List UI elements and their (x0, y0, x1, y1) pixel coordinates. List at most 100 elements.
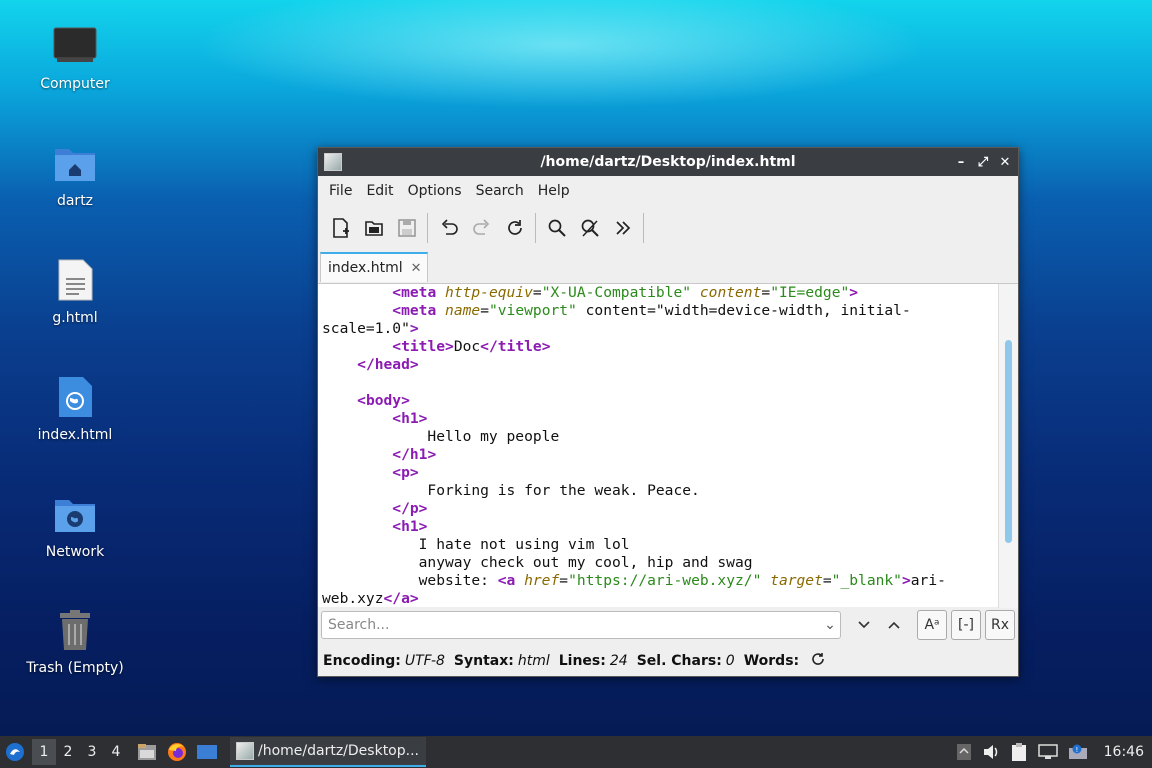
code-line[interactable]: website: <a href="https://ari-web.xyz/" … (322, 572, 946, 590)
regex-button[interactable]: Rx (985, 610, 1015, 640)
more-icon (615, 221, 630, 235)
redo-button[interactable] (465, 212, 498, 244)
workspace-1[interactable]: 1 (32, 739, 56, 765)
code-line[interactable]: </h1> (322, 446, 946, 464)
minimize-button[interactable]: – (952, 153, 970, 171)
workspace-3[interactable]: 3 (80, 744, 104, 760)
code-line[interactable]: <p> (322, 464, 946, 482)
desktop-icon-g-html[interactable]: g.html (20, 256, 130, 326)
maximize-button[interactable]: ⤢ (974, 153, 992, 171)
svg-text:!: ! (1075, 746, 1078, 754)
code-line[interactable]: <h1> (322, 410, 946, 428)
new-file-button[interactable] (324, 212, 357, 244)
syntax-label: Syntax: (453, 653, 514, 669)
toolbar-separator (427, 213, 428, 243)
vertical-scrollbar[interactable] (998, 284, 1018, 608)
code-text[interactable]: <meta http-equiv="X-UA-Compatible" conte… (322, 284, 946, 608)
file-manager-icon[interactable] (134, 743, 160, 761)
find-replace-button[interactable] (573, 212, 606, 244)
menu-options[interactable]: Options (401, 183, 469, 199)
start-menu-icon[interactable] (0, 742, 30, 762)
volume-icon[interactable] (982, 744, 1000, 760)
editor-window: /home/dartz/Desktop/index.html – ⤢ ✕ Fil… (317, 147, 1019, 677)
network-folder-icon (51, 490, 99, 538)
sel-chars-value: 0 (725, 653, 735, 669)
tray-arrow-icon[interactable] (956, 743, 972, 761)
window-titlebar[interactable]: /home/dartz/Desktop/index.html – ⤢ ✕ (318, 148, 1018, 176)
scrollbar-thumb[interactable] (1005, 340, 1012, 543)
refresh-words-icon[interactable] (811, 652, 825, 670)
save-icon (397, 219, 416, 237)
open-file-button[interactable] (357, 212, 390, 244)
sel-chars-label: Sel. Chars: (636, 653, 722, 669)
menu-search[interactable]: Search (469, 183, 531, 199)
code-line[interactable]: web.xyz</a> (322, 590, 946, 608)
undo-icon (441, 219, 458, 235)
code-line[interactable]: <title>Doc</title> (322, 338, 946, 356)
undo-button[interactable] (432, 212, 465, 244)
desktop-icon-label: Trash (Empty) (26, 660, 124, 676)
chevron-down-icon[interactable]: ⌄ (820, 617, 840, 633)
tab-close-icon[interactable]: ✕ (411, 261, 422, 276)
code-line[interactable]: Hello my people (322, 428, 946, 446)
code-line[interactable]: <h1> (322, 518, 946, 536)
menu-edit[interactable]: Edit (359, 183, 400, 199)
notification-icon[interactable]: ! (1068, 744, 1088, 760)
code-line[interactable]: <meta name="viewport" content="width=dev… (322, 302, 946, 320)
search-placeholder: Search... (328, 617, 390, 633)
menu-file[interactable]: File (322, 183, 359, 199)
status-bar: Encoding: UTF-8 Syntax: html Lines: 24 S… (318, 646, 1018, 676)
workspace-4[interactable]: 4 (104, 744, 128, 760)
new-file-icon (332, 218, 349, 238)
reload-button[interactable] (498, 212, 531, 244)
code-line[interactable]: anyway check out my cool, hip and swag (322, 554, 946, 572)
code-line[interactable] (322, 374, 946, 392)
save-button[interactable] (390, 212, 423, 244)
desktop-icon-network[interactable]: Network (20, 490, 130, 560)
text-file-icon (51, 256, 99, 304)
taskbar-window-button[interactable]: /home/dartz/Desktop... (230, 737, 426, 767)
desktop-icon-dartz[interactable]: dartz (20, 139, 130, 209)
clock[interactable]: 16:46 (1104, 744, 1144, 760)
toolbar-separator (643, 213, 644, 243)
encoding-label: Encoding: (323, 653, 401, 669)
menubar: File Edit Options Search Help (318, 176, 1018, 206)
computer-icon (51, 22, 99, 70)
workspace-2[interactable]: 2 (56, 744, 80, 760)
toolbar (318, 206, 1018, 250)
menu-help[interactable]: Help (531, 183, 577, 199)
close-button[interactable]: ✕ (996, 153, 1014, 171)
text-editor-app-icon (236, 742, 254, 760)
code-line[interactable]: Forking is for the weak. Peace. (322, 482, 946, 500)
clipboard-icon[interactable] (1010, 742, 1028, 762)
desktop-icon-trash[interactable]: Trash (Empty) (20, 606, 130, 676)
find-previous-button[interactable] (879, 610, 909, 640)
code-line[interactable]: </head> (322, 356, 946, 374)
desktop-icon-label: Network (45, 544, 105, 560)
taskbar-window-label: /home/dartz/Desktop... (258, 743, 419, 759)
code-line[interactable]: scale=1.0"> (322, 320, 946, 338)
tab-label: index.html (328, 260, 403, 276)
code-line[interactable]: <body> (322, 392, 946, 410)
find-next-button[interactable] (849, 610, 879, 640)
more-button[interactable] (606, 212, 639, 244)
encoding-value: UTF-8 (404, 653, 445, 669)
chevron-up-icon (888, 621, 900, 629)
code-line[interactable]: <meta http-equiv="X-UA-Compatible" conte… (322, 284, 946, 302)
reload-icon (507, 220, 522, 235)
text-editor-app-icon[interactable] (324, 153, 342, 171)
desktop-icon-index-html[interactable]: index.html (20, 373, 130, 443)
firefox-icon[interactable] (164, 742, 190, 762)
desktop-icon-computer[interactable]: Computer (20, 22, 130, 92)
lines-value: 24 (609, 653, 628, 669)
code-line[interactable]: </p> (322, 500, 946, 518)
show-desktop-icon[interactable] (194, 744, 220, 760)
find-button[interactable] (540, 212, 573, 244)
code-editor[interactable]: <meta http-equiv="X-UA-Compatible" conte… (318, 283, 1018, 608)
search-input[interactable]: Search... ⌄ (321, 611, 841, 639)
code-line[interactable]: I hate not using vim lol (322, 536, 946, 554)
network-icon[interactable] (1037, 744, 1058, 760)
whole-word-button[interactable]: [-] (951, 610, 981, 640)
match-case-button[interactable]: Aᵃ (917, 610, 947, 640)
tab-index-html[interactable]: index.html ✕ (320, 252, 428, 282)
